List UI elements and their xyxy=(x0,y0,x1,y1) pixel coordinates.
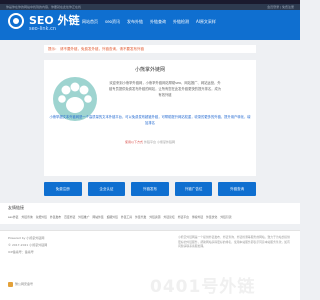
friend-link[interactable]: 外链工具 xyxy=(121,214,132,220)
friend-link[interactable]: 网站外链 xyxy=(93,214,104,220)
footer-left: Powered by 小熊掌外链网 © 2017-2021 小熊掌外链网 ICP… xyxy=(8,235,138,256)
nav-item-publish[interactable]: 发布外链 xyxy=(127,17,143,27)
friend-links: 友情链接 seo外链 外链查询 免费外链 外链发布 百度外链 外链推广 网站外链… xyxy=(0,203,300,224)
logo-subtitle: seo-link.cn xyxy=(29,26,56,32)
footer-line: Powered by 小熊掌外链网 xyxy=(8,236,45,240)
footer-about: 小熊掌外链网是一个提供外链发布、外链查询、外链检测等服务的网站，致力于为站长提供… xyxy=(178,235,290,248)
nav-item-check[interactable]: 外链检测 xyxy=(173,17,189,27)
friend-link[interactable]: 外链代发 xyxy=(135,214,146,220)
intro-card: 小熊掌外链网 欢迎来到小熊掌外链网，小熊掌外链网站帮助seo、网站推广、网站运营… xyxy=(44,60,256,176)
intro-footnote: 使用以下方式 外链平台 小熊掌外链网 xyxy=(44,140,256,145)
register-button[interactable]: 免费注册 xyxy=(44,182,82,196)
friend-link[interactable]: 超级外链 xyxy=(107,214,118,220)
friend-link[interactable]: 免费外链 xyxy=(36,214,47,220)
footer-line: © 2017-2021 小熊掌外链网 xyxy=(8,243,48,247)
friend-link[interactable]: 外链论坛 xyxy=(164,214,175,220)
footnote-part-2: 外链平台 小熊掌外链网 xyxy=(144,140,175,144)
header: SEO 外链 seo-link.cn 网站首页 seo资讯 发布外链 外链查询 … xyxy=(0,10,300,40)
friend-links-title: 友情链接 xyxy=(8,205,24,210)
logo-icon[interactable] xyxy=(8,13,24,29)
main-nav: 网站首页 seo资讯 发布外链 外链查询 外链检测 AI原文采样 xyxy=(82,17,216,27)
friend-link[interactable]: 外链平台 xyxy=(178,214,189,220)
watermark: 0401号外链 xyxy=(150,277,256,297)
action-buttons: 免费注册 企业认证 外链发布 外链广告位 外链查询 xyxy=(44,182,256,196)
police-badge-icon xyxy=(8,282,13,287)
nav-item-home[interactable]: 网站首页 xyxy=(82,17,98,27)
friend-links-row: seo外链 外链查询 免费外链 外链发布 百度外链 外链推广 网站外链 超级外链… xyxy=(8,214,232,220)
intro-description-secondary: 小熊掌超文本外链网是一个高质量的文本外链平台，可以免费发布超链外链，可帮助提升网… xyxy=(49,115,251,125)
friend-link[interactable]: 外链优化 xyxy=(206,214,217,220)
nav-item-seo-news[interactable]: seo资讯 xyxy=(105,17,120,27)
notice-label: 提示： xyxy=(48,47,59,51)
intro-title: 小熊掌外链网 xyxy=(134,67,165,73)
ad-button[interactable]: 外链广告位 xyxy=(174,182,213,196)
friend-link[interactable]: 外链引流 xyxy=(220,214,231,220)
friend-link[interactable]: 博客外链 xyxy=(192,214,203,220)
nav-item-ai[interactable]: AI原文采样 xyxy=(196,17,216,27)
publish-button[interactable]: 外链发布 xyxy=(131,182,169,196)
friend-link[interactable]: 外链推广 xyxy=(78,214,89,220)
friend-link[interactable]: 外链发布 xyxy=(50,214,61,220)
footer-line[interactable]: ICP备案号：备案号 xyxy=(8,249,138,256)
nav-item-query[interactable]: 外链查询 xyxy=(150,17,166,27)
police-record-link[interactable]: 豫公网安备号 xyxy=(15,282,33,287)
friend-link[interactable]: 外链资源 xyxy=(149,214,160,220)
notice-bar: 提示： 请不要外链，免费发外链，外链查询，请不要发布外链 xyxy=(44,45,256,53)
enterprise-button[interactable]: 企业认证 xyxy=(87,182,126,196)
friend-link[interactable]: 外链查询 xyxy=(21,214,32,220)
query-button[interactable]: 外链查询 xyxy=(218,182,256,196)
friend-link[interactable]: 百度外链 xyxy=(64,214,75,220)
intro-description: 欢迎来到小熊掌外链网，小熊掌外链网站帮助seo、网站推广、网站运营，外链专员提供… xyxy=(108,81,222,97)
notice-text[interactable]: 请不要外链，免费发外链，外链查询，请不要发布外链 xyxy=(60,45,144,53)
footnote-part-1: 使用以下方式 xyxy=(125,140,144,144)
friend-link[interactable]: seo外链 xyxy=(8,214,18,220)
